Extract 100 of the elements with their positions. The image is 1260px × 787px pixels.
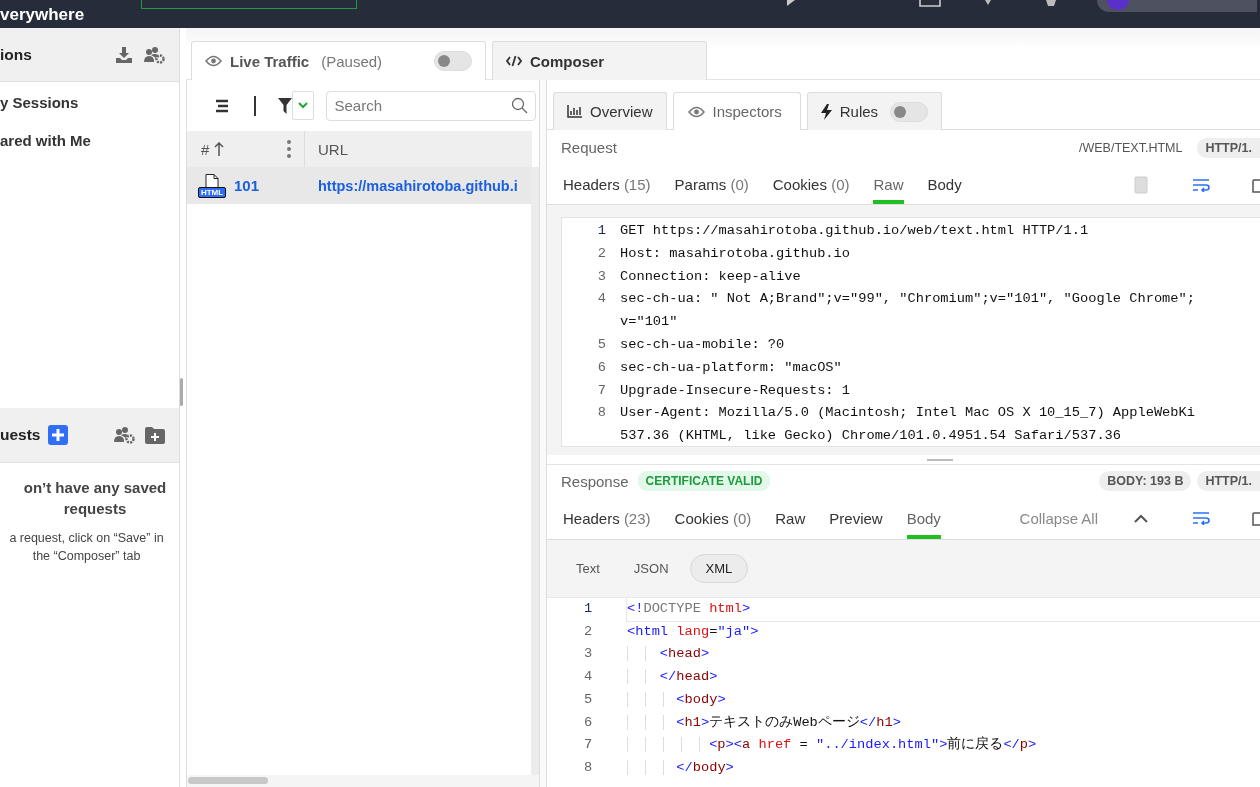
- download-icon[interactable]: [115, 45, 133, 64]
- column-header[interactable]: #: [201, 140, 210, 158]
- code-line: </head>: [627, 666, 1260, 689]
- code-line: sec-ch-ua: " Not A;Brand";v="99", "Chromium";v="101", "Google Chrome";: [620, 290, 1195, 309]
- bar-chart-icon: [567, 105, 582, 118]
- word-wrap-icon[interactable]: [1192, 177, 1210, 192]
- avatar-icon: [1107, 0, 1130, 10]
- chevron-down-icon: [297, 102, 308, 109]
- add-icon[interactable]: [47, 425, 68, 445]
- protocol-badge: HTTP/1.: [1197, 137, 1260, 158]
- request-path: /WEB/TEXT.HTML: [1078, 140, 1183, 155]
- line-number: 7: [583, 736, 594, 755]
- more-icon[interactable]: [287, 140, 291, 158]
- filter-button[interactable]: [277, 91, 314, 120]
- format-toggle[interactable]: XML: [689, 554, 749, 583]
- sort-arrow-icon[interactable]: [214, 142, 225, 156]
- folder-plus-icon[interactable]: [145, 426, 165, 444]
- chevron-up-icon[interactable]: [1134, 513, 1148, 523]
- copy-icon[interactable]: [1252, 510, 1260, 526]
- url-link[interactable]: https://masahirotoba.github.i: [318, 177, 518, 194]
- column-header[interactable]: URL: [318, 140, 348, 158]
- search-field[interactable]: Search: [325, 90, 536, 121]
- tab-label: Overview: [590, 103, 653, 120]
- table-cell: 101: [234, 177, 260, 194]
- code-line: <h1>テキストのみWebページ</h1>: [627, 711, 1260, 735]
- users-gear-icon[interactable]: [113, 426, 135, 444]
- menu-icon[interactable]: [214, 98, 230, 113]
- scrollbar-thumb[interactable]: [188, 777, 268, 784]
- line-number: 8: [583, 758, 594, 777]
- line-number: 8: [596, 404, 606, 423]
- scrollbar[interactable]: [531, 167, 539, 775]
- code-line: Upgrade-Insecure-Requests: 1: [620, 381, 850, 400]
- empty-state-title: on’t have any saved requests: [22, 478, 168, 519]
- empty-state-hint: a request, click on “Save” in the “Composer” tab: [8, 530, 165, 565]
- toggle-switch[interactable]: [434, 51, 472, 71]
- line-number: 3: [583, 645, 594, 664]
- table-row[interactable]: HTML 101 https://masahirotoba.github.i: [187, 167, 532, 204]
- format-toggle[interactable]: JSON: [620, 554, 682, 583]
- code-line: Host: masahirotoba.github.io: [620, 244, 850, 263]
- word-wrap-icon[interactable]: [1192, 511, 1210, 525]
- tab[interactable]: Preview: [829, 497, 883, 539]
- tab[interactable]: Live Traffic (Paused): [191, 41, 486, 80]
- lightning-icon: [820, 103, 832, 120]
- code-line: </body>: [627, 756, 1260, 780]
- line-number: 1: [583, 600, 594, 618]
- sidebar-item[interactable]: y Sessions: [0, 83, 179, 121]
- tab[interactable]: Cookies (0): [772, 165, 850, 204]
- format-toggle[interactable]: Text: [563, 554, 613, 583]
- code-editor[interactable]: 1 <!DOCTYPE html> 2 <html lang="ja"> 3 <head> 4 </head> 5 <body> 6 <h1>テキストのみWebページ</h1> 7 <p><a href = "../index.html">前に戻る</p> 8 </body>: [547, 597, 1260, 787]
- code-line: 537.36 (KHTML, like Gecko) Chrome/101.0.4951.54 Safari/537.36: [620, 427, 1123, 446]
- code-line: sec-ch-ua-platform: "macOS": [620, 358, 842, 377]
- code-line: Connection: keep-alive: [620, 267, 801, 286]
- input-field[interactable]: [141, 0, 358, 9]
- tab[interactable]: Headers (23): [563, 497, 651, 539]
- users-gear-icon[interactable]: [143, 45, 165, 64]
- collapse-all-button[interactable]: Collapse All: [1019, 509, 1098, 527]
- status-label: (Paused): [321, 52, 383, 70]
- tab-label: Live Traffic: [230, 52, 310, 70]
- tab[interactable]: Cookies (0): [674, 497, 752, 539]
- resize-handle[interactable]: [180, 378, 183, 406]
- code-icon: [506, 55, 522, 67]
- tab-label: Composer: [530, 52, 605, 70]
- app-title: verywhere: [0, 6, 85, 23]
- code-line: User-Agent: Mozilla/5.0 (Macintosh; Intel Mac OS X 10_15_7) AppleWebKi: [620, 404, 1195, 423]
- tab[interactable]: Body: [927, 165, 962, 204]
- line-number: 7: [596, 381, 606, 400]
- toggle-switch[interactable]: [890, 101, 929, 122]
- code-line: <p><a href = "../index.html">前に戻る</p>: [627, 734, 1260, 757]
- section-title: uests: [0, 426, 41, 444]
- line-number: 4: [596, 290, 606, 309]
- sidebar-item[interactable]: ared with Me: [0, 121, 179, 159]
- tab[interactable]: Rules: [806, 92, 943, 130]
- tab-label: Rules: [839, 103, 879, 120]
- code-line: v="101": [620, 313, 679, 332]
- code-line: GET https://masahirotoba.github.io/web/text.html HTTP/1.1: [620, 222, 1089, 240]
- tab[interactable]: Inspectors: [672, 92, 801, 130]
- search-icon: [510, 96, 528, 114]
- line-number: 1: [596, 222, 606, 240]
- tab[interactable]: Overview: [553, 92, 667, 130]
- code-line: <body>: [627, 688, 1260, 712]
- line-number: 2: [596, 244, 606, 263]
- eye-icon: [205, 55, 222, 67]
- copy-icon[interactable]: [1252, 176, 1260, 193]
- resize-handle[interactable]: [927, 459, 953, 461]
- tab[interactable]: Raw: [775, 497, 806, 539]
- line-number: 6: [596, 358, 606, 377]
- size-badge: BODY: 193 B: [1099, 471, 1192, 491]
- tab[interactable]: Headers (15): [563, 165, 651, 204]
- line-number: 5: [583, 690, 594, 709]
- section-title: Response: [561, 472, 629, 490]
- eye-icon: [687, 105, 705, 118]
- line-number: 4: [583, 668, 594, 687]
- tab[interactable]: Composer: [492, 41, 707, 80]
- code-editor[interactable]: [561, 217, 1260, 447]
- code-line: sec-ch-ua-mobile: ?0: [620, 336, 785, 354]
- protocol-badge: HTTP/1.: [1197, 471, 1260, 491]
- tab[interactable]: Params (0): [674, 165, 749, 204]
- line-number: 5: [596, 336, 606, 354]
- section-title: Request: [561, 139, 617, 156]
- window-icon[interactable]: [919, 0, 942, 8]
